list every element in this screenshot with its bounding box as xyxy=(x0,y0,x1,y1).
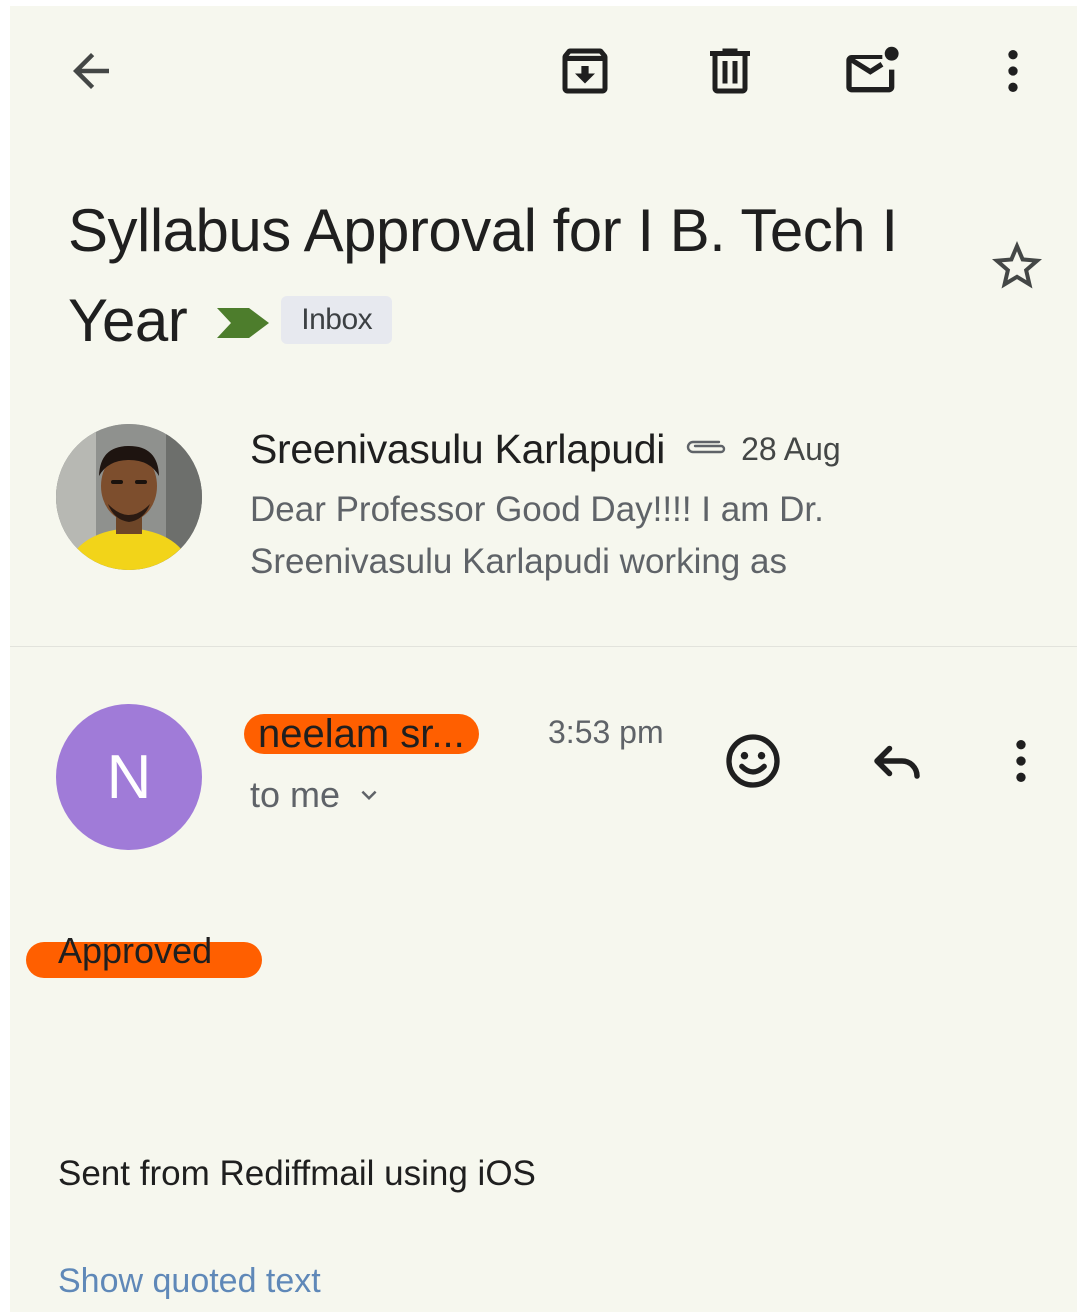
add-reaction-button[interactable] xyxy=(718,726,788,796)
inbox-label-chip[interactable]: Inbox xyxy=(281,296,393,345)
open-message-time: 3:53 pm xyxy=(548,714,664,750)
collapsed-message-row[interactable]: Sreenivasulu Karlapudi 28 Aug Dear Profe… xyxy=(10,406,1077,646)
collapsed-sender-line: Sreenivasulu Karlapudi 28 Aug xyxy=(250,426,841,473)
reply-icon xyxy=(874,745,920,779)
mark-unread-button[interactable] xyxy=(838,36,908,106)
thread-divider xyxy=(10,646,1077,647)
back-button[interactable] xyxy=(56,36,126,106)
recipient-details-toggle[interactable]: to me xyxy=(250,774,384,816)
email-view: Syllabus Approval for I B. Tech I Year In… xyxy=(10,6,1077,1312)
subject-text: Syllabus Approval for I B. Tech I Year xyxy=(68,197,898,354)
message-signature: Sent from Rediffmail using iOS xyxy=(58,1154,536,1193)
attachment-icon xyxy=(681,435,729,464)
chevron-down-icon xyxy=(361,790,377,800)
sender-avatar-photo xyxy=(56,424,202,570)
reply-button[interactable] xyxy=(862,726,932,796)
message-body: Approved xyxy=(58,930,213,971)
show-quoted-text-link[interactable]: Show quoted text xyxy=(58,1262,321,1301)
archive-button[interactable] xyxy=(550,36,620,106)
open-sender-name[interactable]: neelam sr... xyxy=(244,714,479,754)
more-vert-icon xyxy=(1016,740,1026,782)
archive-icon xyxy=(562,48,608,94)
mail-unread-icon xyxy=(846,46,899,93)
collapsed-date: 28 Aug xyxy=(741,431,841,467)
arrow-left-icon xyxy=(73,53,109,89)
delete-button[interactable] xyxy=(695,36,765,106)
sender-avatar-letter[interactable]: N xyxy=(56,704,202,850)
recipient-label: to me xyxy=(250,774,341,815)
collapsed-sender-name: Sreenivasulu Karlapudi xyxy=(250,426,666,472)
star-button[interactable] xyxy=(982,231,1052,301)
more-vert-icon xyxy=(1008,50,1018,92)
star-outline-icon xyxy=(992,241,1042,289)
trash-icon xyxy=(710,48,750,94)
emoji-icon xyxy=(726,734,780,788)
email-subject: Syllabus Approval for I B. Tech I Year In… xyxy=(68,186,928,366)
collapsed-snippet: Dear Professor Good Day!!!! I am Dr. Sre… xyxy=(250,490,824,581)
more-options-button[interactable] xyxy=(978,36,1048,106)
message-more-button[interactable] xyxy=(986,726,1056,796)
important-marker-icon[interactable] xyxy=(215,275,271,365)
